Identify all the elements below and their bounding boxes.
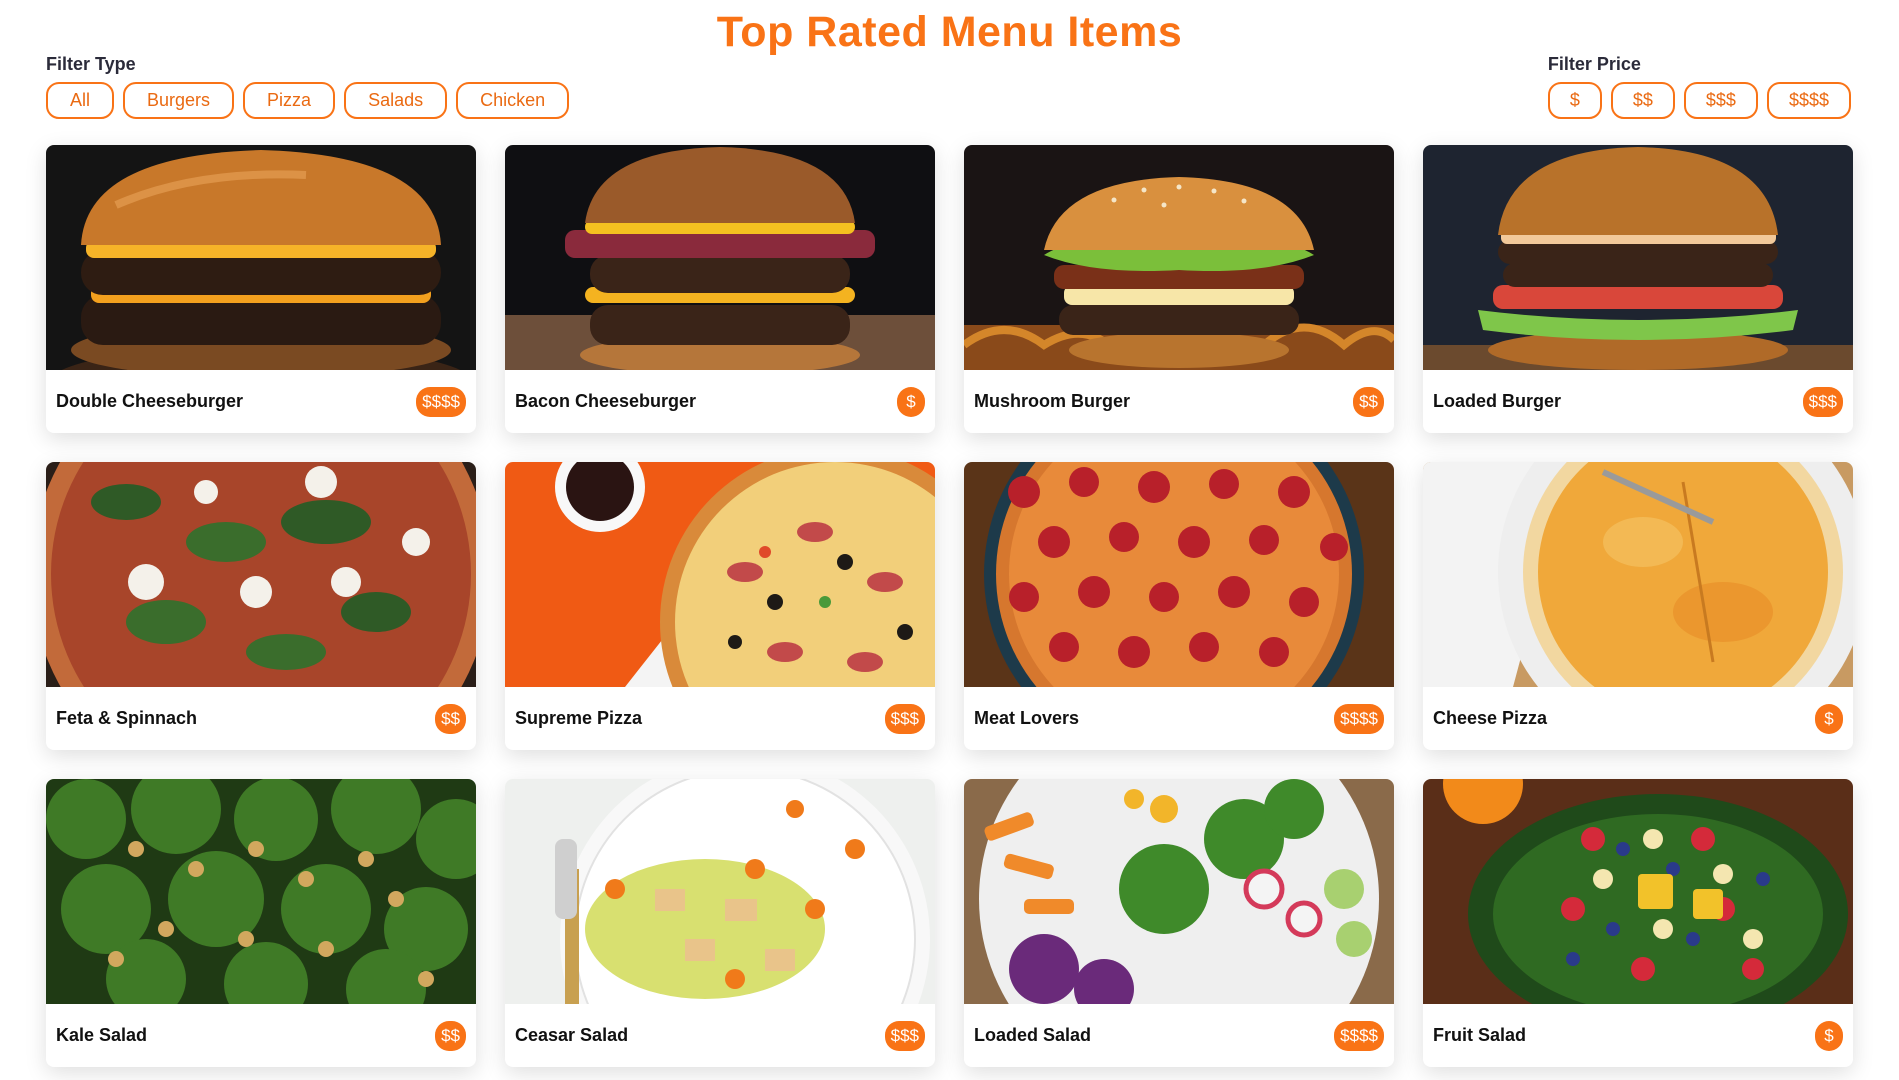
price-badge: $$ <box>435 1020 466 1051</box>
menu-card[interactable]: Supreme Pizza $$$ <box>505 462 935 750</box>
price-badge: $$ <box>1353 386 1384 417</box>
filter-type-all-button[interactable]: All <box>46 82 115 119</box>
card-footer: Loaded Salad $$$$ <box>964 1004 1394 1067</box>
burger-photo <box>964 145 1394 370</box>
pizza-photo <box>1423 462 1853 687</box>
price-badge: $$$$ <box>1334 1020 1384 1051</box>
price-badge: $$ <box>435 703 466 734</box>
filter-price-label: Filter Price <box>1547 54 1641 74</box>
card-footer: Meat Lovers $$$$ <box>964 687 1394 750</box>
filter-type-label: Filter Type <box>46 54 136 74</box>
salad-photo <box>964 779 1394 1004</box>
menu-grid: Double Cheeseburger $$$$ Bacon Cheesebur… <box>46 145 1853 1067</box>
filter-price-2-button[interactable]: $$ <box>1610 82 1675 119</box>
card-footer: Supreme Pizza $$$ <box>505 687 935 750</box>
item-name: Bacon Cheeseburger <box>515 391 697 411</box>
card-footer: Mushroom Burger $$ <box>964 370 1394 433</box>
price-badge: $$$ <box>1802 386 1843 417</box>
filter-type-pizza-button[interactable]: Pizza <box>243 82 336 119</box>
card-footer: Ceasar Salad $$$ <box>505 1004 935 1067</box>
item-name: Loaded Burger <box>1433 391 1562 411</box>
price-badge: $$$$ <box>416 386 466 417</box>
filter-price-1-button[interactable]: $ <box>1547 82 1602 119</box>
pizza-photo <box>46 462 476 687</box>
menu-card[interactable]: Kale Salad $$ <box>46 779 476 1067</box>
pizza-photo <box>964 462 1394 687</box>
card-footer: Kale Salad $$ <box>46 1004 476 1067</box>
filter-price-group: Filter Price $ $$ $$$ $$$$ <box>1547 54 1851 119</box>
card-footer: Loaded Burger $$$ <box>1423 370 1853 433</box>
item-name: Ceasar Salad <box>515 1025 629 1045</box>
salad-photo <box>46 779 476 1004</box>
card-footer: Double Cheeseburger $$$$ <box>46 370 476 433</box>
price-badge: $ <box>897 386 925 417</box>
menu-card[interactable]: Feta & Spinnach $$ <box>46 462 476 750</box>
filter-price-3-button[interactable]: $$$ <box>1683 82 1758 119</box>
item-name: Mushroom Burger <box>974 391 1131 411</box>
filter-type-row: All Burgers Pizza Salads Chicken <box>46 82 570 119</box>
price-badge: $$$$ <box>1334 703 1384 734</box>
menu-card[interactable]: Meat Lovers $$$$ <box>964 462 1394 750</box>
card-footer: Cheese Pizza $ <box>1423 687 1853 750</box>
filter-price-4-button[interactable]: $$$$ <box>1766 82 1851 119</box>
filter-type-burgers-button[interactable]: Burgers <box>123 82 235 119</box>
item-name: Cheese Pizza <box>1433 708 1548 728</box>
filter-price-row: $ $$ $$$ $$$$ <box>1547 82 1851 119</box>
card-footer: Feta & Spinnach $$ <box>46 687 476 750</box>
price-badge: $$$ <box>884 1020 925 1051</box>
card-footer: Bacon Cheeseburger $ <box>505 370 935 433</box>
card-footer: Fruit Salad $ <box>1423 1004 1853 1067</box>
menu-card[interactable]: Loaded Salad $$$$ <box>964 779 1394 1067</box>
item-name: Double Cheeseburger <box>56 391 244 411</box>
filter-type-salads-button[interactable]: Salads <box>344 82 448 119</box>
menu-card[interactable]: Loaded Burger $$$ <box>1423 145 1853 433</box>
item-name: Supreme Pizza <box>515 708 643 728</box>
salad-photo <box>1423 779 1853 1004</box>
burger-photo <box>1423 145 1853 370</box>
menu-card[interactable]: Ceasar Salad $$$ <box>505 779 935 1067</box>
item-name: Kale Salad <box>56 1025 148 1045</box>
page-title: Top Rated Menu Items <box>716 8 1183 56</box>
menu-card[interactable]: Bacon Cheeseburger $ <box>505 145 935 433</box>
menu-card[interactable]: Fruit Salad $ <box>1423 779 1853 1067</box>
filter-type-chicken-button[interactable]: Chicken <box>456 82 570 119</box>
item-name: Meat Lovers <box>974 708 1080 728</box>
salad-photo <box>505 779 935 1004</box>
filter-type-group: Filter Type All Burgers Pizza Salads Chi… <box>46 54 570 119</box>
menu-card[interactable]: Double Cheeseburger $$$$ <box>46 145 476 433</box>
price-badge: $$$ <box>884 703 925 734</box>
price-badge: $ <box>1815 703 1843 734</box>
menu-card[interactable]: Cheese Pizza $ <box>1423 462 1853 750</box>
pizza-photo <box>505 462 935 687</box>
burger-photo <box>46 145 476 370</box>
burger-photo <box>505 145 935 370</box>
item-name: Feta & Spinnach <box>56 708 198 728</box>
menu-card[interactable]: Mushroom Burger $$ <box>964 145 1394 433</box>
item-name: Loaded Salad <box>974 1025 1092 1045</box>
item-name: Fruit Salad <box>1433 1025 1527 1045</box>
price-badge: $ <box>1815 1020 1843 1051</box>
